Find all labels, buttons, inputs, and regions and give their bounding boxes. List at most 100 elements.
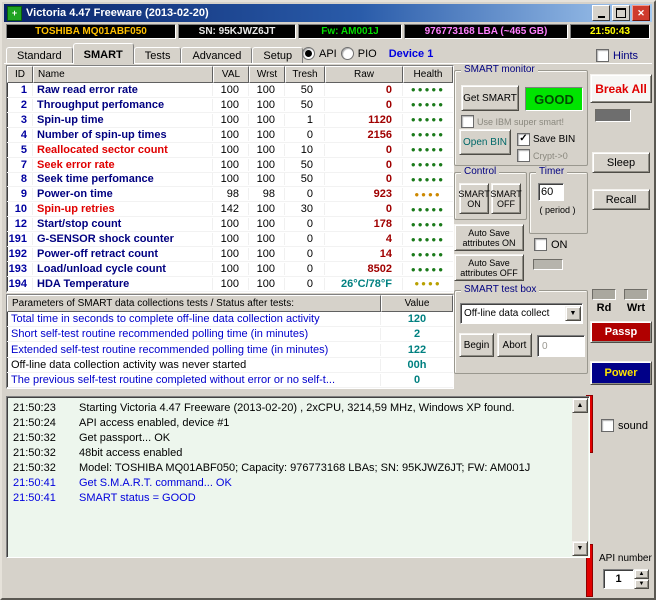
smart-cell-name: Load/unload cycle count bbox=[33, 263, 213, 276]
params-cell-value: 2 bbox=[413, 328, 421, 341]
smart-cell-tresh: 0 bbox=[285, 188, 325, 201]
open-bin-button[interactable]: Open BIN bbox=[459, 129, 511, 155]
smart-cell-id: 194 bbox=[7, 277, 33, 290]
hints-checkbox[interactable] bbox=[596, 49, 609, 62]
smart-cell-id: 1 bbox=[7, 83, 33, 96]
header-raw[interactable]: Raw bbox=[325, 66, 403, 83]
auto-save-on-button[interactable]: Auto Save attributes ON bbox=[454, 224, 524, 251]
header-params[interactable]: Parameters of SMART data collections tes… bbox=[7, 295, 381, 312]
sound-checkbox[interactable] bbox=[601, 419, 614, 432]
log-line: 21:50:41 Get S.M.A.R.T. command... OK bbox=[9, 475, 570, 490]
timer-on-checkbox[interactable] bbox=[534, 238, 547, 251]
sleep-button[interactable]: Sleep bbox=[592, 152, 650, 173]
recall-button[interactable]: Recall bbox=[592, 189, 650, 210]
smart-cell-wrst: 100 bbox=[249, 113, 285, 126]
header-tresh[interactable]: Tresh bbox=[285, 66, 325, 83]
log-scrollbar[interactable]: ▲ ▼ bbox=[572, 398, 588, 556]
spinner-down-icon[interactable]: ▼ bbox=[634, 579, 649, 589]
params-row[interactable]: Short self-test routine recommended poll… bbox=[7, 327, 453, 343]
passport-button[interactable]: Passp bbox=[590, 321, 652, 343]
tab-setup[interactable]: Setup bbox=[252, 47, 304, 64]
test-select-dropdown[interactable]: Off-line data collect ▼ bbox=[460, 303, 583, 324]
smart-row[interactable]: 5 Reallocated sector count 100 100 10 0 ●●●●● bbox=[7, 143, 453, 158]
smart-cell-raw: 178 bbox=[325, 218, 403, 231]
begin-button[interactable]: Begin bbox=[459, 333, 494, 357]
chevron-down-icon[interactable]: ▼ bbox=[565, 306, 581, 321]
drive-info-bar: TOSHIBA MQ01ABF050 SN: 95KJWZ6JT Fw: AM0… bbox=[6, 24, 650, 39]
smart-health-dots: ●●●●● bbox=[410, 145, 446, 155]
api-radio[interactable] bbox=[302, 47, 315, 60]
smart-row[interactable]: 191 G-SENSOR shock counter 100 100 0 4 ●●●●● bbox=[7, 232, 453, 248]
smart-test-box-group: SMART test box Off-line data collect ▼ B… bbox=[454, 284, 588, 374]
maximize-button[interactable] bbox=[612, 5, 630, 21]
timer-on-toggle[interactable]: ON bbox=[534, 238, 568, 251]
smart-row[interactable]: 10 Spin-up retries 142 100 30 0 ●●●●● bbox=[7, 202, 453, 218]
app-window: + Victoria 4.47 Freeware (2013-02-20) ✕ … bbox=[0, 0, 656, 600]
smart-cell-wrst: 100 bbox=[249, 143, 285, 156]
sound-label: sound bbox=[618, 419, 648, 432]
abort-button[interactable]: Abort bbox=[497, 333, 532, 357]
get-smart-button[interactable]: Get SMART bbox=[461, 85, 519, 111]
tab-smart[interactable]: SMART bbox=[72, 43, 134, 64]
smart-status-badge: GOOD bbox=[525, 87, 583, 111]
smart-cell-wrst: 100 bbox=[249, 173, 285, 186]
scroll-down-icon[interactable]: ▼ bbox=[572, 541, 588, 556]
titlebar[interactable]: + Victoria 4.47 Freeware (2013-02-20) ✕ bbox=[4, 4, 652, 22]
auto-save-off-button[interactable]: Auto Save attributes OFF bbox=[454, 254, 524, 281]
scroll-up-icon[interactable]: ▲ bbox=[572, 398, 588, 413]
smart-row[interactable]: 1 Raw read error rate 100 100 50 0 ●●●●● bbox=[7, 83, 453, 98]
hints-label: Hints bbox=[613, 49, 639, 62]
params-row[interactable]: The previous self-test routine completed… bbox=[7, 373, 453, 389]
smart-cell-name: Raw read error rate bbox=[33, 83, 213, 96]
smart-row[interactable]: 193 Load/unload cycle count 100 100 0 8502 ●●●… bbox=[7, 262, 453, 277]
smart-cell-raw: 1120 bbox=[325, 113, 403, 126]
header-id[interactable]: ID bbox=[7, 66, 33, 83]
header-val[interactable]: VAL bbox=[213, 66, 249, 83]
sound-toggle[interactable]: sound bbox=[601, 419, 648, 432]
timer-input[interactable] bbox=[538, 183, 564, 201]
smart-row[interactable]: 12 Start/stop count 100 100 0 178 ●●●●● bbox=[7, 217, 453, 233]
smart-row[interactable]: 3 Spin-up time 100 100 1 1120 ●●●●● bbox=[7, 113, 453, 128]
smart-off-button[interactable]: SMART OFF bbox=[490, 183, 522, 214]
pio-radio[interactable] bbox=[340, 47, 354, 60]
break-all-button[interactable]: Break All bbox=[590, 74, 652, 103]
tab-standard[interactable]: Standard bbox=[6, 47, 73, 64]
spinner-up-icon[interactable]: ▲ bbox=[634, 569, 649, 579]
smart-cell-tresh: 30 bbox=[285, 203, 325, 216]
minimize-button[interactable] bbox=[592, 5, 610, 21]
tab-advanced[interactable]: Advanced bbox=[181, 47, 253, 64]
smart-on-button[interactable]: SMART ON bbox=[458, 183, 490, 214]
save-bin-row[interactable]: Save BIN bbox=[517, 133, 575, 146]
smart-row[interactable]: 2 Throughput perfomance 100 100 50 0 ●●●●● bbox=[7, 98, 453, 113]
log-line: 21:50:41 SMART status = GOOD bbox=[9, 490, 570, 505]
api-number-stepper[interactable]: 1 ▲ ▼ bbox=[603, 569, 649, 589]
smart-cell-val: 100 bbox=[213, 98, 249, 111]
header-value[interactable]: Value bbox=[381, 295, 453, 312]
smart-row[interactable]: 8 Seek time perfomance 100 100 50 0 ●●●●● bbox=[7, 173, 453, 188]
power-button[interactable]: Power bbox=[590, 361, 652, 385]
smart-row[interactable]: 9 Power-on time 98 98 0 923 ●●●● bbox=[7, 187, 453, 203]
log-line: 21:50:24 API access enabled, device #1 bbox=[9, 415, 570, 430]
params-cell-text: Total time in seconds to complete off-li… bbox=[7, 313, 381, 326]
smart-row[interactable]: 194 HDA Temperature 100 100 0 26°C/78°F ●●●● bbox=[7, 277, 453, 292]
tab-tests[interactable]: Tests bbox=[133, 47, 182, 64]
smart-health-dots: ●●●●● bbox=[410, 174, 446, 184]
smart-cell-name: Start/stop count bbox=[33, 218, 213, 231]
smart-row[interactable]: 4 Number of spin-up times 100 100 0 2156 ●●●●● bbox=[7, 128, 453, 143]
log-area[interactable]: 21:50:23 Starting Victoria 4.47 Freeware … bbox=[6, 396, 590, 558]
device-label[interactable]: Device 1 bbox=[389, 48, 434, 60]
smart-cell-raw: 0 bbox=[325, 158, 403, 171]
header-health[interactable]: Health bbox=[403, 66, 453, 83]
save-bin-checkbox[interactable] bbox=[517, 133, 530, 146]
smart-row[interactable]: 7 Seek error rate 100 100 50 0 ●●●●● bbox=[7, 158, 453, 173]
log-text: Starting Victoria 4.47 Freeware (2013-02… bbox=[79, 401, 515, 414]
smart-health-dots: ●●●●● bbox=[410, 130, 446, 140]
hints-toggle[interactable]: Hints bbox=[596, 49, 638, 62]
smart-row[interactable]: 192 Power-off retract count 100 100 0 14 ●●●●● bbox=[7, 247, 453, 263]
params-row[interactable]: Off-line data collection activity was ne… bbox=[7, 358, 453, 373]
header-name[interactable]: Name bbox=[33, 66, 213, 83]
header-wrst[interactable]: Wrst bbox=[249, 66, 285, 83]
params-row[interactable]: Total time in seconds to complete off-li… bbox=[7, 312, 453, 328]
params-row[interactable]: Extended self-test routine recommended p… bbox=[7, 342, 453, 358]
close-button[interactable]: ✕ bbox=[632, 5, 650, 21]
